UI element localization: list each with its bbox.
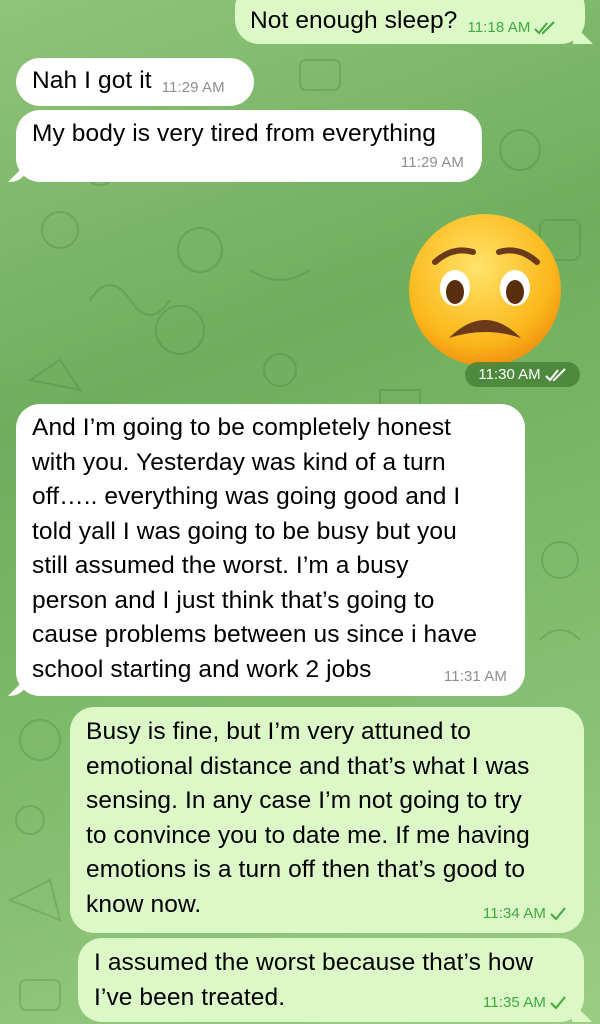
message-time: 11:35 AM xyxy=(482,994,546,1011)
anxious-face-emoji[interactable] xyxy=(405,210,565,370)
message-bubble-outgoing[interactable]: I assumed the worst because that’s how I… xyxy=(78,938,584,1022)
message-meta: 11:29 AM xyxy=(401,154,464,172)
read-double-check-icon xyxy=(544,367,567,382)
message-bubble-outgoing[interactable]: Busy is fine, but I’m very attuned to em… xyxy=(70,707,584,933)
read-double-check-icon xyxy=(534,21,556,35)
message-time: 11:31 AM xyxy=(443,668,507,685)
message-meta: 11:31 AM xyxy=(444,668,507,686)
message-bubble-incoming[interactable]: Nah I got it 11:29 AM xyxy=(16,58,254,106)
message-meta: 11:34 AM xyxy=(483,905,566,923)
message-bubble-outgoing[interactable]: Not enough sleep? 11:18 AM xyxy=(235,0,585,44)
message-time: 11:29 AM xyxy=(161,79,225,96)
sent-check-icon xyxy=(550,907,566,921)
message-meta: 11:29 AM xyxy=(162,79,225,97)
message-meta: 11:30 AM xyxy=(465,362,580,387)
message-time: 11:34 AM xyxy=(482,905,546,922)
message-bubble-incoming[interactable]: My body is very tired from everything 11… xyxy=(16,110,482,182)
sent-check-icon xyxy=(550,996,566,1010)
message-time: 11:18 AM xyxy=(467,19,531,36)
message-time: 11:30 AM xyxy=(478,366,541,383)
message-time: 11:29 AM xyxy=(400,154,464,171)
message-text: Not enough sleep? xyxy=(250,7,458,34)
message-meta: 11:35 AM xyxy=(483,994,566,1012)
message-text: Nah I got it xyxy=(32,67,152,94)
message-text: And I’m going to be completely honest wi… xyxy=(32,414,478,683)
message-text: Busy is fine, but I’m very attuned to em… xyxy=(86,718,530,918)
message-text: My body is very tired from everything xyxy=(32,120,437,147)
message-bubble-incoming[interactable]: And I’m going to be completely honest wi… xyxy=(16,404,525,696)
message-meta: 11:18 AM xyxy=(467,19,556,37)
